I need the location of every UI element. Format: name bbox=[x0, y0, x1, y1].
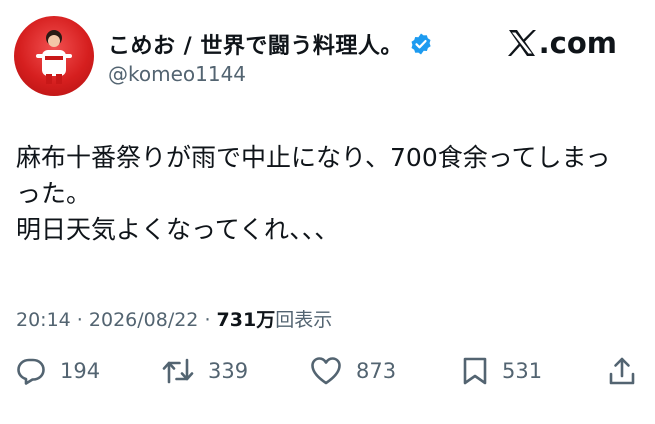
tweet-time[interactable]: 20:14 bbox=[16, 309, 71, 331]
tweet-line: 麻布十番祭りが雨で中止になり、700食余ってしまっ bbox=[16, 143, 611, 172]
repost-count: 339 bbox=[208, 359, 249, 383]
share-icon bbox=[609, 357, 635, 385]
author-handle[interactable]: @komeo1144 bbox=[108, 62, 246, 86]
bookmark-button[interactable]: 531 bbox=[462, 356, 542, 386]
views-label: 回表示 bbox=[275, 309, 333, 331]
bookmark-icon bbox=[463, 357, 487, 385]
share-button[interactable] bbox=[608, 356, 636, 386]
avatar-person-image bbox=[36, 30, 72, 84]
author-display-name[interactable]: こめお / 世界で闘う料理人。 bbox=[108, 28, 403, 60]
reply-count: 194 bbox=[60, 359, 101, 383]
tweet-meta: 20:14 · 2026/08/22 · 731万回表示 bbox=[16, 305, 332, 332]
views-count: 731万 bbox=[216, 309, 276, 331]
like-count: 873 bbox=[356, 359, 397, 383]
heart-icon bbox=[311, 357, 341, 385]
tweet-text: 麻布十番祭りが雨で中止になり、700食余ってしまっ った。 明日天気よくなってく… bbox=[16, 140, 641, 248]
repost-button[interactable]: 339 bbox=[162, 356, 248, 386]
author-name-row: こめお / 世界で闘う料理人。 bbox=[108, 28, 433, 60]
repost-icon bbox=[162, 358, 194, 384]
tweet-line: 明日天気よくなってくれ、、、 bbox=[16, 215, 340, 244]
x-brand: .com bbox=[507, 26, 617, 60]
action-bar: 194 339 873 531 bbox=[16, 356, 641, 396]
tweet-date[interactable]: 2026/08/22 bbox=[89, 309, 199, 331]
reply-icon bbox=[17, 358, 45, 385]
meta-separator: · bbox=[198, 309, 217, 331]
like-button[interactable]: 873 bbox=[310, 356, 396, 386]
x-logo-icon bbox=[507, 30, 536, 56]
avatar[interactable] bbox=[14, 16, 94, 96]
bookmark-count: 531 bbox=[502, 359, 543, 383]
meta-separator: · bbox=[70, 309, 89, 331]
tweet-line: った。 bbox=[16, 179, 92, 208]
verified-badge-icon bbox=[411, 33, 431, 55]
reply-button[interactable]: 194 bbox=[16, 356, 100, 386]
brand-label: .com bbox=[538, 26, 617, 60]
